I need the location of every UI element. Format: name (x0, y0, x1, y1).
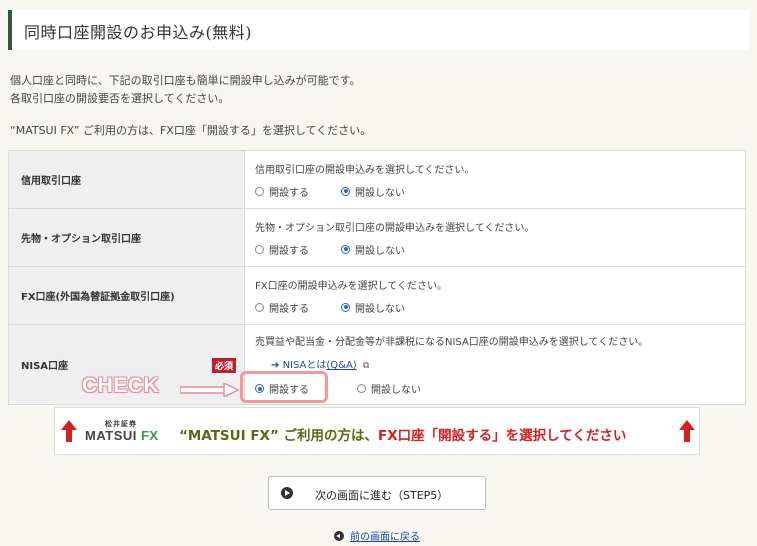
matsui-fx-banner: 松井証券 MATSUI FX “MATSUI FX” ご利用の方は、FX口座「開… (54, 407, 700, 455)
row-description: 売買益や配当金・分配金等が非課税になるNISA口座の開設申込みを選択してください… (255, 337, 649, 348)
page-title: 同時口座開設のお申込み(無料) (24, 23, 252, 42)
intro-line-1: 個人口座と同時に、下記の取引口座も簡単に開設申し込みが可能です。 (10, 74, 361, 87)
arrow-right-icon (180, 383, 240, 397)
radio-label: 開設する (269, 303, 309, 315)
row-label: 先物・オプション取引口座 (8, 208, 245, 267)
row-description: 先物・オプション取引口座の開設申込みを選択してください。 (255, 222, 535, 234)
row-options: 信用取引口座の開設申込みを選択してください。 開設する 開設しない (244, 150, 746, 209)
next-button-label: 次の画面に進む（STEP5） (315, 489, 449, 502)
radio-circle (255, 244, 264, 254)
radio-circle (357, 384, 366, 393)
arrow-up-icon (679, 420, 695, 442)
radio-futures-open[interactable]: 開設する (255, 242, 309, 257)
radio-label: 開設しない (371, 385, 421, 396)
radio-group-fx: 開設する 開設しない (255, 300, 735, 315)
radio-fx-no[interactable]: 開設しない (341, 300, 405, 315)
banner-text-1: “MATSUI FX” ご利用の方は、 (179, 428, 379, 444)
radio-label: 開設する (269, 187, 309, 199)
matsui-fx-notice: “MATSUI FX” ご利用の方は、FX口座「開設する」を選択してください。 (10, 124, 372, 137)
radio-label: 開設しない (355, 303, 405, 315)
row-options: FX口座の開設申込みを選択してください。 開設する 開設しない (244, 266, 746, 325)
row-options: 先物・オプション取引口座の開設申込みを選択してください。 開設する 開設しない (244, 208, 746, 267)
link-text: (Q&A) (326, 360, 357, 371)
row-label: 信用取引口座 (8, 150, 245, 209)
link-prefix: NISAとは (282, 360, 327, 371)
radio-futures-no[interactable]: 開設しない (341, 242, 405, 257)
radio-nisa-no[interactable]: 開設しない (357, 381, 421, 396)
row-label: FX口座(外国為替証拠金取引口座) (8, 266, 245, 325)
radio-group-futures: 開設する 開設しない (255, 242, 735, 257)
radio-fx-open[interactable]: 開設する (255, 300, 309, 315)
radio-group-margin: 開設する 開設しない (255, 184, 735, 199)
banner-text: “MATSUI FX” ご利用の方は、FX口座「開設する」を選択してください (179, 424, 626, 444)
back-circle-icon (334, 531, 344, 541)
back-link-label: 前の画面に戻る (350, 532, 420, 543)
logo-text: MATSUI (85, 428, 141, 443)
intro-text: 個人口座と同時に、下記の取引口座も簡単に開設申し込みが可能です。 各取引口座の開… (10, 72, 361, 108)
radio-label: 開設する (269, 245, 309, 257)
table-row-fx: FX口座(外国為替証拠金取引口座) FX口座の開設申込みを選択してください。 開… (8, 266, 746, 325)
radio-circle-selected (341, 186, 350, 196)
radio-margin-no[interactable]: 開設しない (341, 184, 405, 199)
nisa-qa-link[interactable]: ➔ NISAとは(Q&A) ⧉ (271, 356, 735, 371)
table-row-futures: 先物・オプション取引口座 先物・オプション取引口座の開設申込みを選択してください… (8, 208, 746, 267)
row-label: NISA口座 (21, 361, 69, 372)
check-annotation-label: CHECK (82, 374, 160, 397)
radio-circle-selected (341, 244, 350, 254)
play-circle-icon (281, 487, 293, 499)
radio-circle-selected (341, 302, 350, 312)
next-step-button[interactable]: 次の画面に進む（STEP5） (268, 476, 486, 510)
table-row-margin: 信用取引口座 信用取引口座の開設申込みを選択してください。 開設する 開設しない (8, 150, 746, 209)
radio-label: 開設しない (355, 187, 405, 199)
arrow-right-icon: ➔ (271, 360, 280, 371)
account-options-table: 信用取引口座 信用取引口座の開設申込みを選択してください。 開設する 開設しない… (8, 150, 746, 405)
highlight-box (240, 371, 328, 403)
required-badge: 必須 (211, 357, 236, 373)
external-window-icon: ⧉ (362, 361, 370, 371)
arrow-up-icon (61, 420, 77, 442)
row-description: 信用取引口座の開設申込みを選択してください。 (255, 164, 475, 176)
radio-circle (255, 186, 264, 196)
page-title-bar: 同時口座開設のお申込み(無料) (8, 10, 749, 50)
intro-line-2: 各取引口座の開設要否を選択してください。 (10, 92, 230, 105)
radio-margin-open[interactable]: 開設する (255, 184, 309, 199)
radio-circle (255, 302, 264, 312)
matsui-fx-logo: MATSUI FX (85, 428, 159, 443)
radio-label: 開設しない (355, 245, 405, 257)
row-description: FX口座の開設申込みを選択してください。 (255, 280, 448, 292)
banner-text-2: FX口座「開設する」を選択してください (378, 428, 627, 444)
back-link[interactable]: 前の画面に戻る (334, 528, 420, 543)
logo-fx: FX (140, 428, 159, 443)
